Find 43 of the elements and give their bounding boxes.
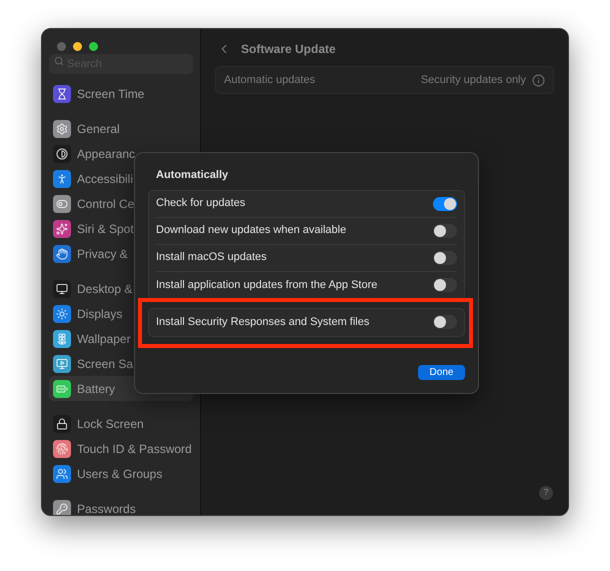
info-icon[interactable] [532,74,545,86]
setting-label: Automatic updates [224,72,316,88]
toggle-switch[interactable] [433,250,457,264]
zoom-button[interactable] [89,42,98,51]
toggle-icon [53,194,71,212]
setting-value: Security updates only [420,72,526,88]
toggle-label: Check for updates [156,196,246,212]
screen-icon [53,354,71,372]
flower-icon [53,330,71,348]
toggle-switch[interactable] [433,278,457,292]
sheet-title: Automatically [155,168,230,183]
sun-icon [53,304,71,322]
sidebar-item[interactable]: Lock Screen [49,411,193,436]
sidebar-item[interactable]: Passwords [49,496,193,515]
toggle-label: Install macOS updates [156,250,267,266]
sidebar-item[interactable]: Users & Groups [49,461,193,486]
users-icon [53,464,71,482]
toggle-label: Install application updates from the App Store [156,278,378,293]
sidebar-item[interactable]: Touch ID & Password [49,436,193,461]
minimize-button[interactable] [73,42,82,51]
toggle-label: Install Security Responses and System files [156,314,370,330]
fingerprint-icon [53,440,71,458]
page-title: Software Update [241,40,336,58]
key-icon [53,500,71,515]
toggle-switch[interactable] [433,315,457,329]
hand-icon [53,244,71,262]
toggle-label: Download new updates when available [156,223,346,238]
toggle-switch[interactable] [433,224,457,238]
gear-icon [53,120,71,138]
toggle-switch[interactable] [433,196,457,210]
search-icon [54,56,64,66]
help-button[interactable]: ? [539,486,553,500]
hourglass-icon [53,84,71,102]
monitor-icon [53,280,71,298]
person-icon [53,170,71,188]
sparkle-icon [53,220,71,238]
contrast-icon [53,144,71,162]
battery-icon [53,380,71,398]
done-button[interactable]: Done [418,365,465,380]
sidebar-item[interactable]: General [49,116,193,141]
settings-row[interactable]: Automatic updates Security updates only [215,66,554,94]
sidebar-item[interactable]: Screen Time [49,81,193,106]
lock-icon [53,414,71,432]
